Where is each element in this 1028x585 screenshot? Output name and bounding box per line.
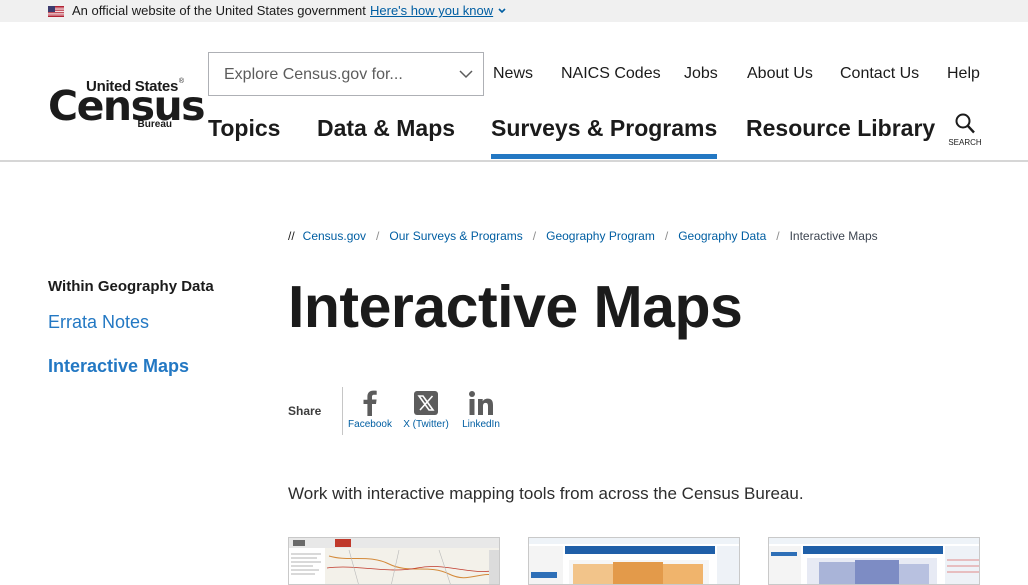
breadcrumb-geography-data[interactable]: Geography Data	[678, 229, 766, 243]
page-title: Interactive Maps	[288, 274, 743, 340]
site-search-input[interactable]: Explore Census.gov for...	[208, 52, 484, 96]
side-nav-errata-notes[interactable]: Errata Notes	[48, 312, 149, 333]
util-nav-help[interactable]: Help	[947, 65, 980, 83]
search-placeholder: Explore Census.gov for...	[224, 66, 403, 83]
share-linkedin-label: LinkedIn	[462, 419, 500, 430]
breadcrumb-separator: /	[664, 229, 669, 243]
main-nav-resource-library[interactable]: Resource Library	[746, 115, 935, 142]
breadcrumb: //Census.gov / Our Surveys & Programs / Geog…	[288, 229, 878, 243]
share-x-twitter-label: X (Twitter)	[403, 419, 449, 430]
util-nav-news[interactable]: News	[493, 65, 533, 83]
breadcrumb-census-gov[interactable]: Census.gov	[303, 229, 366, 243]
logo-census: Census	[48, 82, 206, 130]
share-label: Share	[288, 404, 322, 418]
breadcrumb-current: Interactive Maps	[789, 229, 878, 243]
us-flag-icon	[48, 6, 64, 17]
breadcrumb-geography-program[interactable]: Geography Program	[546, 229, 655, 243]
search-button-label: SEARCH	[948, 138, 982, 147]
linkedin-icon	[469, 391, 493, 415]
breadcrumb-separator: /	[376, 229, 380, 243]
chevron-down-icon	[459, 70, 473, 79]
site-header: United States ® Census Bureau Explore Ce…	[0, 22, 1028, 162]
main-nav-topics[interactable]: Topics	[208, 115, 280, 142]
share-facebook-label: Facebook	[348, 419, 392, 430]
intro-text: Work with interactive mapping tools from…	[288, 484, 804, 503]
breadcrumb-our-surveys-programs[interactable]: Our Surveys & Programs	[389, 229, 522, 243]
search-button[interactable]: SEARCH	[946, 112, 984, 152]
facebook-icon	[363, 390, 377, 416]
main-nav-surveys-programs[interactable]: Surveys & Programs	[491, 115, 718, 159]
util-nav-naics-codes[interactable]: NAICS Codes	[561, 65, 661, 83]
main-nav-data-maps[interactable]: Data & Maps	[317, 115, 455, 142]
how-you-know-link[interactable]: Here's how you know	[370, 3, 493, 18]
share-x-twitter[interactable]: X (Twitter)	[403, 389, 449, 430]
share-linkedin[interactable]: LinkedIn	[460, 389, 502, 430]
breadcrumb-separator: /	[776, 229, 780, 243]
breadcrumb-prefix: //	[288, 229, 295, 243]
side-nav-heading: Within Geography Data	[48, 278, 214, 295]
gov-banner: An official website of the United States…	[0, 0, 1028, 22]
x-twitter-icon	[414, 391, 438, 415]
breadcrumb-separator: /	[532, 229, 537, 243]
official-website-text: An official website of the United States…	[72, 3, 366, 18]
side-nav-interactive-maps[interactable]: Interactive Maps	[48, 356, 189, 377]
search-icon	[955, 113, 975, 134]
census-logo[interactable]: United States ® Census Bureau	[48, 78, 206, 132]
share-divider	[342, 387, 343, 435]
util-nav-jobs[interactable]: Jobs	[684, 65, 718, 83]
util-nav-about-us[interactable]: About Us	[747, 65, 813, 83]
chevron-down-icon	[498, 8, 506, 14]
util-nav-contact-us[interactable]: Contact Us	[840, 65, 919, 83]
logo-bureau: Bureau	[137, 119, 172, 130]
share-facebook[interactable]: Facebook	[348, 389, 392, 430]
